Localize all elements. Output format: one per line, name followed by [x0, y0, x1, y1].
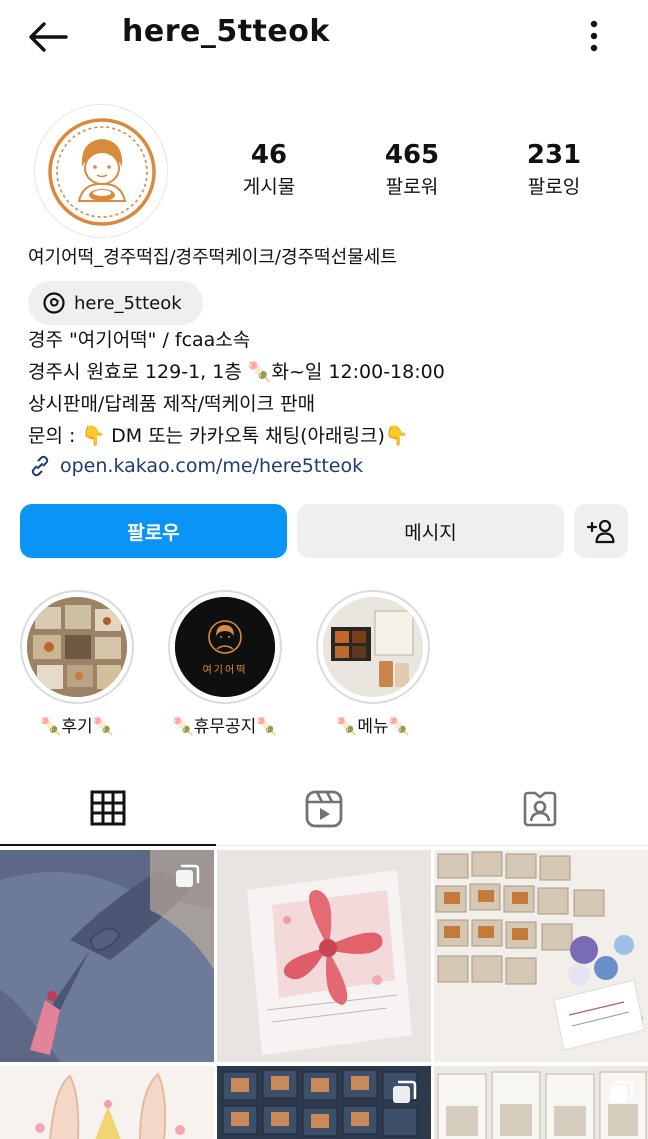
stat-posts-count: 46 [250, 140, 288, 170]
follow-button[interactable]: 팔로우 [20, 504, 287, 558]
multiple-photos-icon [176, 864, 200, 887]
highlight-menu[interactable]: 🍡메뉴🍡 [314, 590, 432, 737]
grid-icon [90, 790, 126, 826]
bio-name: 여기어떡_경주떡집/경주떡케이크/경주떡선물세트 [28, 247, 397, 268]
bio-line-4: 문의 : 👇 DM 또는 카카오톡 채팅(아래링크)👇 [28, 425, 409, 447]
arrow-left-icon[interactable] [26, 18, 70, 56]
add-user-button[interactable] [574, 504, 628, 558]
highlight-reviews[interactable]: 🍡후기🍡 [18, 590, 136, 737]
highlight-ring [20, 590, 134, 704]
add-user-icon [586, 519, 615, 544]
link-icon [31, 455, 49, 477]
bio-line-1: 경주 "여기어떡" / fcaa소속 [28, 329, 251, 351]
stat-followers-count: 465 [384, 140, 440, 170]
stat-following-count: 231 [526, 140, 582, 170]
highlight-label: 🍡휴무공지🍡 [172, 717, 278, 737]
post-thumbnail-2[interactable] [217, 850, 431, 1062]
stat-followers-label: 팔로워 [385, 176, 439, 198]
profile-tabs [0, 772, 648, 846]
brand-logo-icon [48, 118, 156, 226]
post-thumbnail-1[interactable] [0, 850, 214, 1062]
bio-link-text: open.kakao.com/me/here5tteok [60, 455, 364, 477]
tab-reels[interactable] [216, 772, 432, 846]
reels-icon [305, 790, 343, 828]
post-thumbnail-4[interactable] [0, 1066, 214, 1139]
highlight-closure-notice[interactable]: 여기어떡 🍡휴무공지🍡 [166, 590, 284, 737]
highlight-ring [316, 590, 430, 704]
stat-posts[interactable]: 46 게시물 [209, 138, 329, 202]
svg-text:여기어떡: 여기어떡 [203, 664, 248, 676]
highlight-cover-menu [323, 597, 423, 697]
highlight-label: 🍡메뉴🍡 [336, 717, 410, 737]
multiple-photos-icon [393, 1080, 417, 1103]
highlight-label: 🍡후기🍡 [40, 717, 114, 737]
highlight-cover-closure: 여기어떡 [175, 597, 275, 697]
post-thumbnail-6[interactable] [434, 1066, 648, 1139]
threads-handle: here_5tteok [74, 292, 182, 314]
stat-following[interactable]: 231 팔로잉 [494, 138, 614, 202]
tagged-icon [523, 791, 557, 827]
top-bar: here_5tteok [0, 0, 648, 70]
bio-line-3: 상시판매/답례품 제작/떡케이크 판매 [28, 393, 316, 415]
threads-chip[interactable]: here_5tteok [28, 281, 203, 325]
stat-posts-label: 게시물 [242, 176, 296, 198]
avatar[interactable] [34, 104, 168, 238]
highlight-cover-reviews [27, 597, 127, 697]
tab-tagged[interactable] [432, 772, 648, 846]
highlight-ring: 여기어떡 [168, 590, 282, 704]
bio-line-2: 경주시 원효로 129-1, 1층 🍡화~일 12:00-18:00 [28, 361, 445, 383]
bio-link[interactable]: open.kakao.com/me/here5tteok [28, 454, 363, 478]
stat-followers[interactable]: 465 팔로워 [352, 138, 472, 202]
message-button[interactable]: 메시지 [297, 504, 564, 558]
post-thumbnail-5[interactable] [217, 1066, 431, 1139]
multiple-photos-icon [610, 1080, 634, 1103]
threads-icon [43, 292, 65, 314]
tab-grid[interactable] [0, 772, 216, 846]
stat-following-label: 팔로잉 [527, 176, 581, 198]
more-vertical-icon[interactable] [578, 16, 610, 56]
post-thumbnail-3[interactable] [434, 850, 648, 1062]
profile-username: here_5tteok [122, 14, 330, 49]
